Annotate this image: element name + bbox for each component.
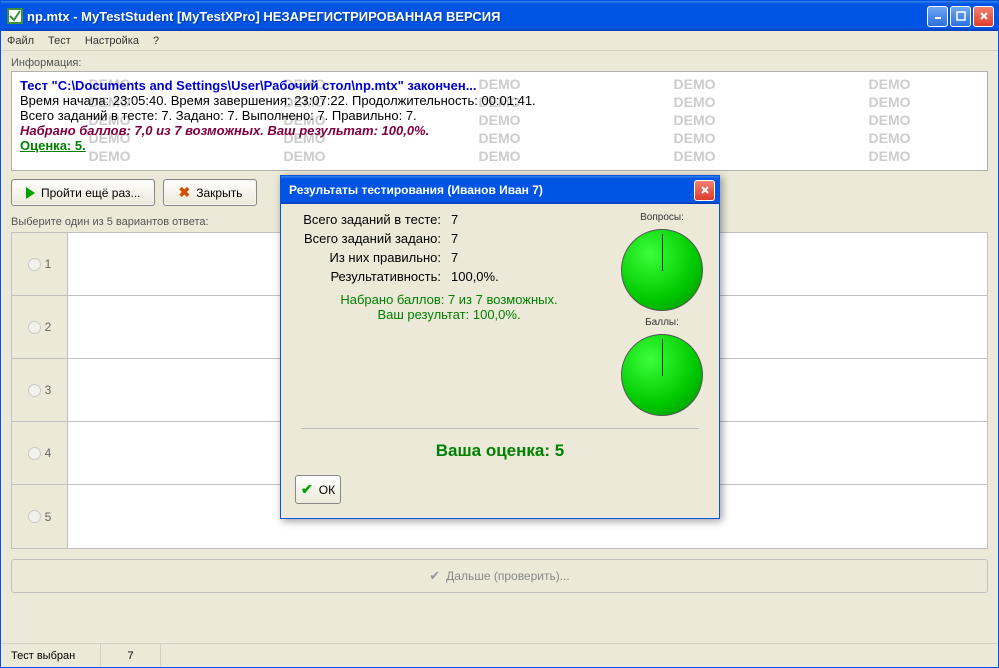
stat-value: 7	[451, 212, 458, 227]
dialog-title: Результаты тестирования (Иванов Иван 7)	[289, 183, 694, 197]
info-line-grade: Оценка: 5.	[20, 138, 979, 153]
ok-button[interactable]: ✔ ОК	[295, 475, 341, 504]
menu-file[interactable]: Файл	[7, 35, 34, 47]
pie-chart-points	[621, 334, 703, 416]
stat-value: 7	[451, 231, 458, 246]
x-icon: ✖	[178, 184, 190, 201]
pie-label-points: Баллы:	[645, 317, 679, 328]
status-spacer	[161, 644, 998, 667]
info-line-score: Набрано баллов: 7,0 из 7 возможных. Ваш …	[20, 123, 979, 138]
answer-option-2[interactable]: 2	[12, 320, 67, 334]
close-test-button-label: Закрыть	[196, 186, 242, 200]
minimize-button[interactable]	[927, 6, 948, 27]
stats-text: Всего заданий в тесте:7 Всего заданий за…	[291, 212, 607, 416]
status-number: 7	[101, 644, 161, 667]
stat-label: Из них правильно:	[291, 250, 451, 265]
statusbar: Тест выбран 7	[1, 643, 998, 667]
menu-settings[interactable]: Настройка	[85, 35, 139, 47]
answer-option-3[interactable]: 3	[12, 383, 67, 397]
stat-label: Результативность:	[291, 269, 451, 284]
score-text: Набрано баллов: 7 из 7 возможных. Ваш ре…	[291, 292, 607, 322]
retry-button-label: Пройти ещё раз...	[41, 186, 140, 200]
next-button-label: Дальше (проверить)...	[446, 569, 570, 583]
close-button[interactable]	[973, 6, 994, 27]
pie-label-questions: Вопросы:	[640, 212, 684, 223]
divider	[301, 428, 699, 429]
menu-test[interactable]: Тест	[48, 35, 71, 47]
menu-help[interactable]: ?	[153, 35, 159, 47]
answer-option-5[interactable]: 5	[12, 510, 67, 524]
info-box: DEMODEMODEMODEMODEMO DEMODEMODEMODEMODEM…	[11, 71, 988, 171]
window-controls	[927, 6, 994, 27]
answer-option-4[interactable]: 4	[12, 446, 67, 460]
pie-charts: Вопросы: Баллы:	[615, 212, 709, 416]
stat-value: 100,0%.	[451, 269, 499, 284]
info-line-test: Тест "C:\Documents and Settings\User\Раб…	[20, 78, 979, 93]
close-test-button[interactable]: ✖ Закрыть	[163, 179, 257, 206]
ok-button-label: ОК	[319, 483, 335, 497]
info-label: Информация:	[11, 57, 988, 69]
stat-label: Всего заданий в тесте:	[291, 212, 451, 227]
maximize-button[interactable]	[950, 6, 971, 27]
answer-option-1[interactable]: 1	[12, 257, 67, 271]
menubar: Файл Тест Настройка ?	[1, 31, 998, 51]
dialog-titlebar: Результаты тестирования (Иванов Иван 7)	[281, 176, 719, 204]
window-title: np.mtx - MyTestStudent [MyTestXPro] НЕЗА…	[27, 9, 927, 24]
next-button[interactable]: ✔ Дальше (проверить)...	[11, 559, 988, 593]
results-dialog: Результаты тестирования (Иванов Иван 7) …	[280, 175, 720, 519]
dialog-body: Всего заданий в тесте:7 Всего заданий за…	[281, 204, 719, 518]
grade-text: Ваша оценка: 5	[291, 441, 709, 461]
dialog-close-button[interactable]	[694, 180, 715, 201]
app-icon	[7, 8, 23, 24]
stat-label: Всего заданий задано:	[291, 231, 451, 246]
check-icon: ✔	[301, 481, 313, 498]
check-icon: ✔	[429, 568, 440, 584]
status-text: Тест выбран	[1, 644, 101, 667]
info-line-tasks: Всего заданий в тесте: 7. Задано: 7. Вып…	[20, 108, 979, 123]
pie-chart-questions	[621, 229, 703, 311]
stats-area: Всего заданий в тесте:7 Всего заданий за…	[291, 212, 709, 416]
play-icon	[26, 187, 35, 199]
info-line-time: Время начала: 23:05:40. Время завершения…	[20, 93, 979, 108]
titlebar: np.mtx - MyTestStudent [MyTestXPro] НЕЗА…	[1, 1, 998, 31]
retry-button[interactable]: Пройти ещё раз...	[11, 179, 155, 206]
stat-value: 7	[451, 250, 458, 265]
